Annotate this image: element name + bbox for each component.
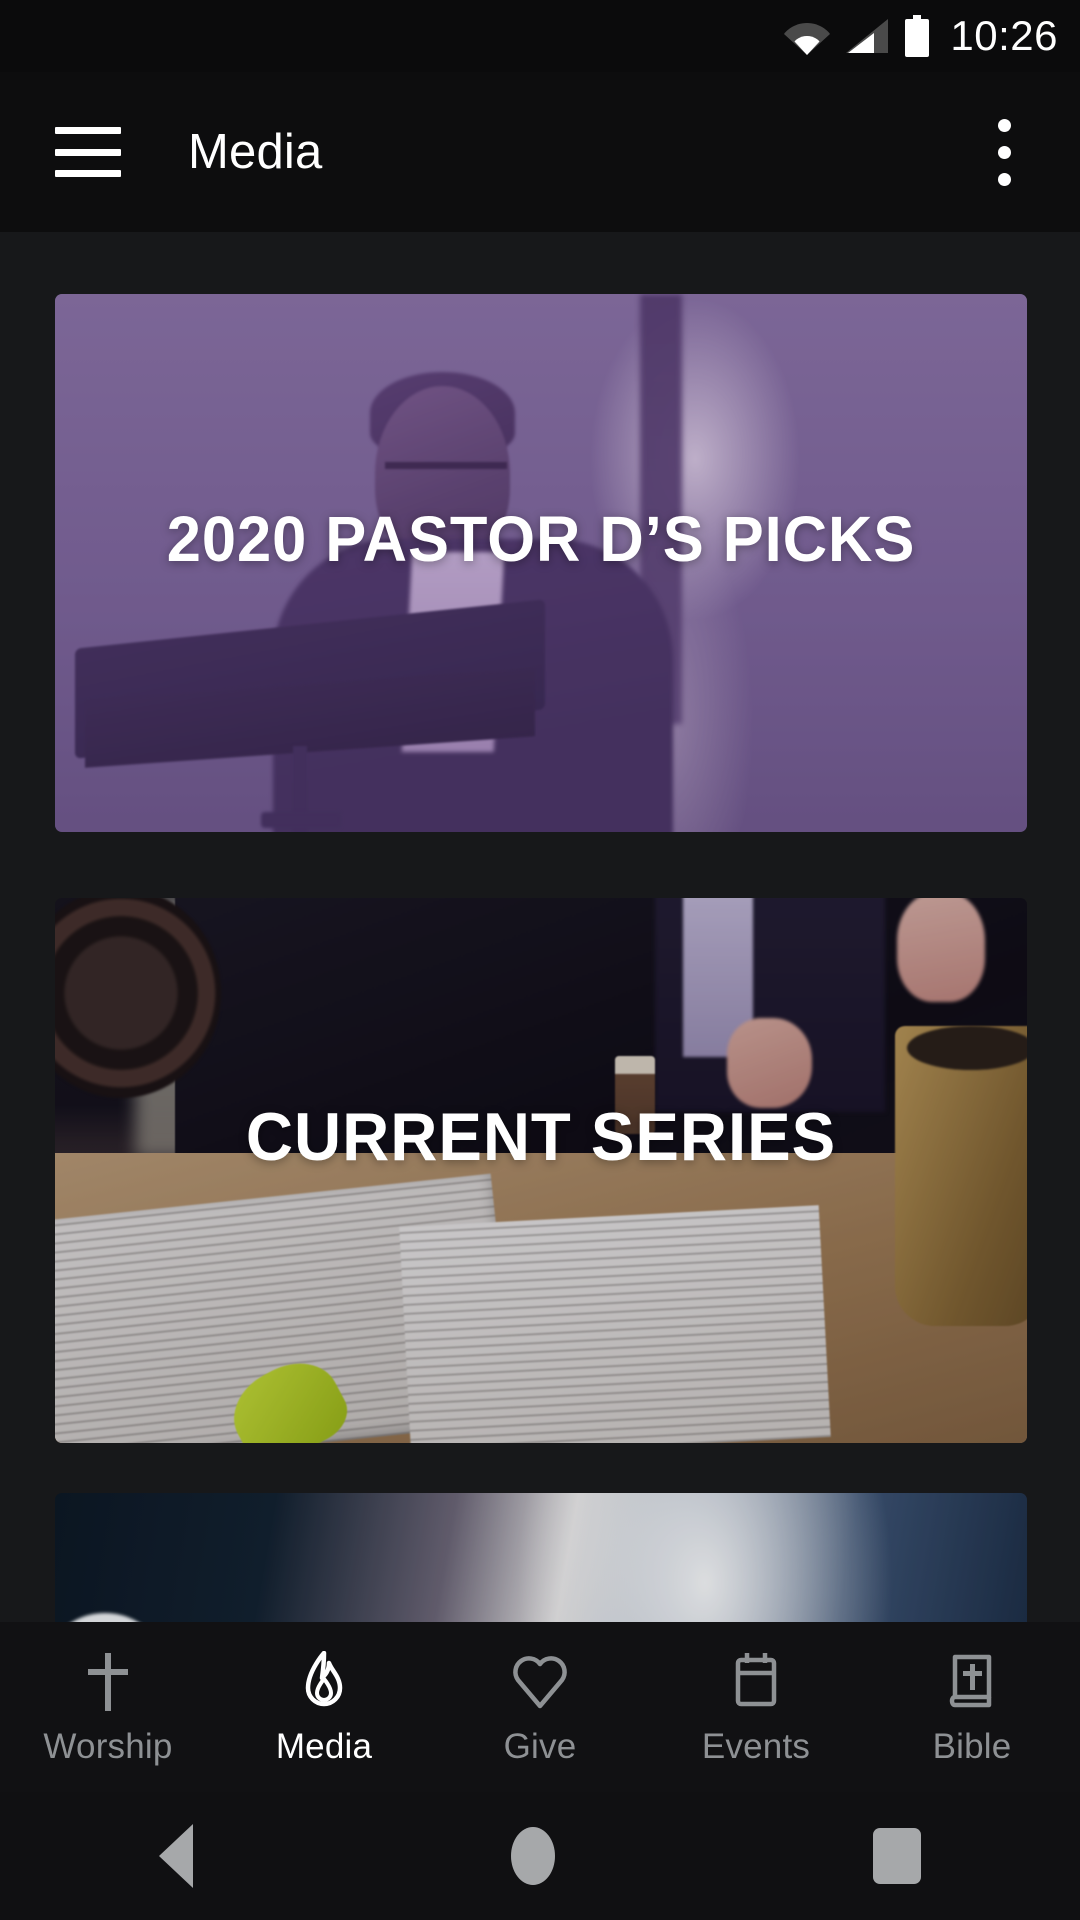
media-card-current-series[interactable]: CURRENT SERIES: [55, 898, 1027, 1443]
card-title: CURRENT SERIES: [245, 1099, 837, 1175]
tab-worship[interactable]: Worship: [0, 1622, 216, 1792]
status-bar: 10:26: [0, 0, 1080, 72]
bible-book-icon: [944, 1651, 1000, 1713]
tab-label: Give: [503, 1726, 577, 1766]
tab-label: Worship: [43, 1726, 173, 1766]
media-card-third[interactable]: [55, 1493, 1027, 1622]
bottom-tab-bar: Worship Media Give Events Bible: [0, 1622, 1080, 1792]
flame-icon: [296, 1650, 352, 1713]
android-navigation-bar: [0, 1792, 1080, 1920]
card-overlay-tint: [55, 1493, 1027, 1622]
phone-screen: 10:26 Media 2020 PASTOR D’S PICKS CURREN…: [0, 0, 1080, 1920]
tab-media[interactable]: Media: [216, 1622, 432, 1792]
recents-square-icon[interactable]: [873, 1828, 921, 1884]
heart-icon: [510, 1651, 570, 1713]
page-title: Media: [188, 124, 323, 179]
card-title: 2020 PASTOR D’S PICKS: [166, 503, 916, 575]
cross-icon: [80, 1651, 136, 1713]
tab-give[interactable]: Give: [432, 1622, 648, 1792]
wifi-icon: [784, 23, 831, 55]
battery-icon: [905, 15, 930, 57]
status-clock: 10:26: [950, 12, 1058, 59]
home-circle-icon[interactable]: [511, 1827, 555, 1885]
media-list[interactable]: 2020 PASTOR D’S PICKS CURRENT SERIES: [0, 232, 1080, 1622]
tab-label: Media: [275, 1726, 373, 1766]
tab-events[interactable]: Events: [648, 1622, 864, 1792]
media-card-pastor-picks[interactable]: 2020 PASTOR D’S PICKS: [55, 294, 1027, 832]
app-bar: Media: [0, 72, 1080, 232]
tab-bible[interactable]: Bible: [864, 1622, 1080, 1792]
overflow-menu-icon[interactable]: [976, 107, 1032, 197]
tab-label: Bible: [932, 1726, 1012, 1766]
tab-label: Events: [701, 1726, 811, 1766]
calendar-icon: [728, 1651, 784, 1713]
hamburger-menu-icon[interactable]: [55, 127, 121, 177]
cellular-signal-icon: [846, 19, 889, 53]
back-triangle-icon[interactable]: [159, 1824, 193, 1888]
